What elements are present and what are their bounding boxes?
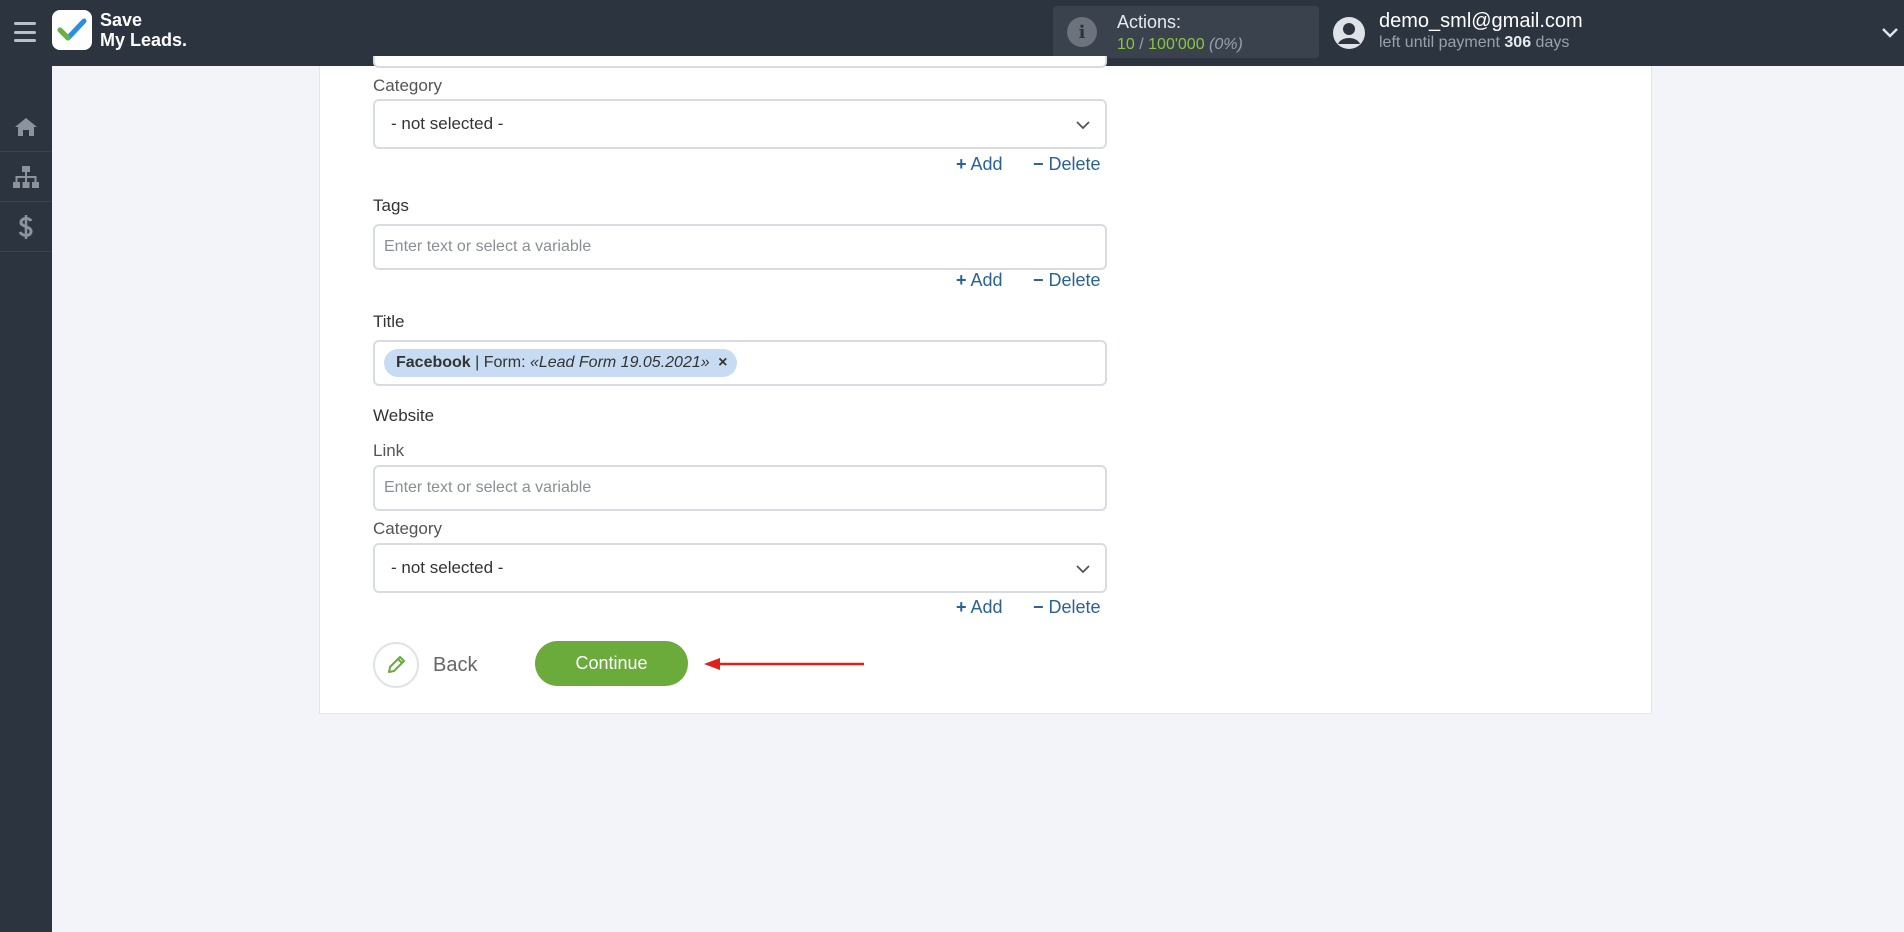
sidebar-item-billing[interactable]: [0, 202, 52, 252]
tags-add-delete: + Add − Delete: [950, 270, 1110, 294]
continue-button[interactable]: Continue: [535, 641, 688, 686]
website-add-delete: + Add − Delete: [950, 597, 1110, 621]
add-button[interactable]: + Add: [956, 597, 1003, 618]
actions-widget: i Actions: 10 / 100'000 (0%): [1053, 6, 1319, 58]
add-button[interactable]: + Add: [956, 154, 1003, 175]
chevron-down-icon: [1076, 565, 1090, 574]
actions-count: 10 / 100'000 (0%): [1117, 36, 1243, 54]
tag-source: Facebook: [396, 354, 471, 371]
link-label: Link: [373, 441, 405, 460]
user-avatar-icon[interactable]: [1332, 16, 1366, 50]
info-icon: i: [1067, 17, 1097, 47]
delete-label: Delete: [1048, 597, 1101, 617]
actions-limit: 100'000: [1148, 36, 1205, 53]
sidebar-item-connections[interactable]: [0, 152, 52, 202]
delete-label: Delete: [1048, 270, 1101, 290]
delete-button[interactable]: − Delete: [1033, 270, 1101, 291]
logo-line2: My Leads.: [100, 30, 188, 50]
title-label: Title: [373, 312, 405, 331]
category-label: Category: [373, 76, 442, 95]
user-email[interactable]: demo_sml@gmail.com: [1379, 10, 1583, 33]
category-add-delete: + Add − Delete: [950, 154, 1110, 178]
delete-label: Delete: [1048, 154, 1101, 174]
sidebar: [0, 66, 52, 932]
dollar-icon: [18, 214, 33, 239]
actions-label: Actions:: [1117, 12, 1182, 32]
add-label: Add: [970, 154, 1003, 174]
delete-button[interactable]: − Delete: [1033, 154, 1101, 175]
payment-days-count: 306: [1504, 34, 1532, 51]
sidebar-item-home[interactable]: [0, 102, 52, 152]
tags-placeholder: Enter text or select a variable: [384, 238, 592, 255]
chevron-down-icon[interactable]: [1880, 22, 1900, 42]
menu-icon[interactable]: [14, 22, 36, 42]
pencil-icon: [373, 642, 419, 688]
back-button[interactable]: Back: [373, 641, 477, 689]
variable-tag[interactable]: Facebook | Form: «Lead Form 19.05.2021» …: [384, 349, 738, 377]
add-label: Add: [970, 597, 1003, 617]
actions-separator: /: [1134, 36, 1149, 53]
previous-field-bottom: [373, 56, 1107, 68]
chevron-down-icon: [1076, 121, 1090, 130]
link-placeholder: Enter text or select a variable: [384, 479, 592, 496]
link-input[interactable]: Enter text or select a variable: [373, 465, 1107, 511]
website-category-value: - not selected -: [391, 558, 504, 577]
website-category-label: Category: [373, 519, 442, 538]
tags-input[interactable]: Enter text or select a variable: [373, 224, 1107, 270]
payment-days: left until payment 306 days: [1379, 34, 1569, 52]
tags-label: Tags: [373, 196, 409, 215]
actions-used: 10: [1117, 36, 1135, 53]
actions-percent: (0%): [1209, 36, 1243, 53]
tag-form-name: «Lead Form 19.05.2021»: [529, 354, 710, 371]
add-button[interactable]: + Add: [956, 270, 1003, 291]
annotation-arrow: [704, 658, 864, 670]
logo-icon[interactable]: [52, 10, 92, 50]
sitemap-icon: [13, 165, 39, 188]
website-category-select[interactable]: - not selected -: [373, 543, 1107, 593]
category-select[interactable]: - not selected -: [373, 99, 1107, 149]
logo-text[interactable]: Save My Leads.: [100, 10, 187, 50]
home-icon: [15, 117, 37, 136]
remove-tag-icon[interactable]: ×: [718, 354, 727, 371]
logo-line1: Save: [100, 10, 143, 30]
delete-button[interactable]: − Delete: [1033, 597, 1101, 618]
back-label: Back: [433, 653, 478, 676]
title-input[interactable]: Facebook | Form: «Lead Form 19.05.2021» …: [373, 340, 1107, 386]
tag-separator: | Form:: [470, 354, 530, 371]
payment-suffix: days: [1531, 34, 1570, 51]
add-label: Add: [970, 270, 1003, 290]
category-select-value: - not selected -: [391, 114, 504, 133]
website-label: Website: [373, 406, 435, 425]
payment-prefix: left until payment: [1379, 34, 1505, 51]
